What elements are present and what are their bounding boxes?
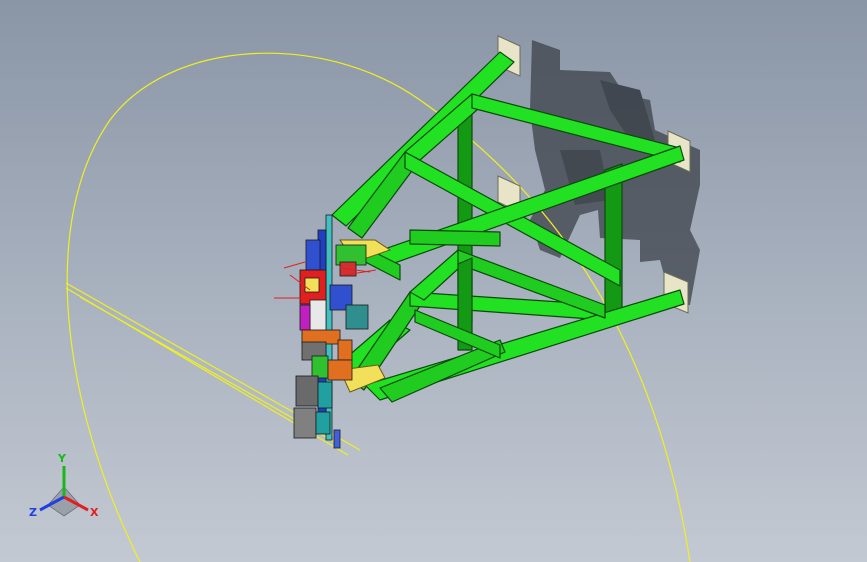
z-axis-label: Z: [29, 506, 37, 519]
cad-model-scene[interactable]: Y X Z: [0, 0, 867, 562]
x-axis-label: X: [90, 506, 99, 519]
view-orientation-triad[interactable]: Y X Z: [29, 452, 99, 519]
mechanism-assembly: [293, 214, 369, 449]
cad-3d-viewport[interactable]: Y X Z: [0, 0, 867, 562]
y-axis-label: Y: [57, 452, 67, 465]
